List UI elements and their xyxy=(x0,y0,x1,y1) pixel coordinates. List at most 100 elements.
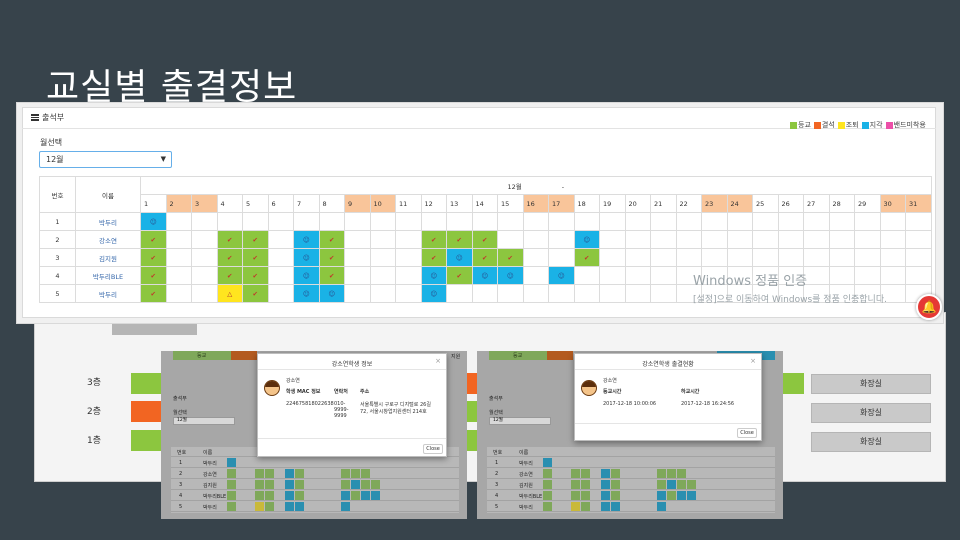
student-name-link[interactable]: 박두리BLE xyxy=(75,266,141,285)
shot2-month-select[interactable]: 12월 xyxy=(489,417,551,425)
mini-cell xyxy=(543,469,552,478)
month-select[interactable]: 12월 ▼ xyxy=(39,151,172,168)
attendance-cell[interactable]: ✔ xyxy=(573,248,600,267)
attendance-cell[interactable]: ☺ xyxy=(420,284,447,303)
attendance-cell[interactable]: ✔ xyxy=(318,230,345,249)
attendance-cell[interactable]: ✔ xyxy=(140,284,167,303)
student-name-link[interactable]: 김지원 xyxy=(75,248,141,267)
attendance-cell[interactable]: ✔ xyxy=(471,248,498,267)
empty-cell xyxy=(650,212,677,231)
attendance-cell[interactable]: ☺ xyxy=(548,266,575,285)
attendance-cell[interactable]: ☺ xyxy=(573,230,600,249)
attendance-cell[interactable]: ✔ xyxy=(140,248,167,267)
mini-name[interactable]: 박두리 xyxy=(519,460,533,467)
mini-name[interactable]: 박두리 xyxy=(203,460,217,467)
restroom-1f[interactable]: 화장실 xyxy=(811,432,931,452)
day-header: 12 xyxy=(420,194,447,213)
student-name-link[interactable]: 박두리 xyxy=(75,284,141,303)
mini-name[interactable]: 강소연 xyxy=(519,471,533,478)
student-name-link[interactable]: 강소연 xyxy=(75,230,141,249)
empty-cell xyxy=(599,212,626,231)
attendance-cell[interactable]: ✔ xyxy=(318,266,345,285)
mini-name[interactable]: 박두리BLE xyxy=(203,493,226,500)
shot2-top-label: 등교 xyxy=(513,353,523,359)
attendance-cell[interactable]: ☺ xyxy=(420,266,447,285)
attendance-cell[interactable]: ✔ xyxy=(446,266,473,285)
attendance-cell[interactable]: ✔ xyxy=(242,248,269,267)
empty-cell xyxy=(624,248,651,267)
close-button[interactable]: Close xyxy=(423,444,443,454)
floor-2-bar[interactable] xyxy=(131,401,161,422)
mini-cell xyxy=(657,480,666,489)
attendance-cell[interactable]: ☺ xyxy=(140,212,167,231)
attendance-cell[interactable]: ✔ xyxy=(216,266,243,285)
attendance-cell[interactable]: ✔ xyxy=(420,230,447,249)
student-name-link[interactable]: 박두리 xyxy=(75,212,141,231)
mini-name[interactable]: 박두리BLE xyxy=(519,493,542,500)
restroom-3f[interactable]: 화장실 xyxy=(811,374,931,394)
empty-cell xyxy=(624,266,651,285)
mini-row: 1 박두리 xyxy=(487,458,775,468)
attendance-cell[interactable]: ✔ xyxy=(420,248,447,267)
mini-name[interactable]: 박두리 xyxy=(519,504,533,511)
attendance-cell[interactable]: ☺ xyxy=(318,284,345,303)
mini-name[interactable]: 김지원 xyxy=(203,482,217,489)
attendance-cell[interactable]: ✔ xyxy=(140,266,167,285)
attendance-cell[interactable]: ✔ xyxy=(140,230,167,249)
empty-cell xyxy=(395,284,422,303)
day-header: 23 xyxy=(701,194,728,213)
attendance-cell[interactable]: ✔ xyxy=(471,230,498,249)
attendance-cell[interactable]: ✔ xyxy=(446,230,473,249)
mini-name[interactable]: 김지원 xyxy=(519,482,533,489)
empty-cell xyxy=(599,248,626,267)
attendance-cell[interactable]: ☺ xyxy=(497,266,524,285)
mini-row: 3 김지원 xyxy=(171,480,459,490)
empty-cell xyxy=(548,248,575,267)
attendance-cell[interactable]: ✔ xyxy=(497,248,524,267)
mini-cell xyxy=(581,480,590,489)
mini-row-no: 5 xyxy=(495,504,499,510)
attendance-cell[interactable]: ☺ xyxy=(293,284,320,303)
table-row: 1 박두리 ☺ xyxy=(39,212,932,231)
row-no: 3 xyxy=(39,248,76,267)
mini-cell xyxy=(295,469,304,478)
attendance-cell[interactable]: ✔ xyxy=(242,266,269,285)
list-icon xyxy=(31,114,39,121)
close-icon[interactable]: × xyxy=(435,357,441,365)
attendance-cell[interactable]: △ xyxy=(216,284,243,303)
attendance-cell[interactable]: ✔ xyxy=(216,248,243,267)
mini-cell xyxy=(611,480,620,489)
empty-cell xyxy=(395,266,422,285)
attendance-cell[interactable]: ☺ xyxy=(293,266,320,285)
attendance-cell[interactable]: ☺ xyxy=(293,230,320,249)
mini-row-no: 3 xyxy=(495,482,499,488)
mini-name[interactable]: 강소연 xyxy=(203,471,217,478)
mini-cell xyxy=(611,491,620,500)
floor-1-bar[interactable] xyxy=(131,430,161,451)
empty-cell xyxy=(828,230,855,249)
attendance-cell[interactable]: ✔ xyxy=(216,230,243,249)
legend-item: 지각 xyxy=(861,120,883,130)
mini-cell xyxy=(543,458,552,467)
empty-cell xyxy=(267,284,294,303)
windows-watermark: Windows 정품 인증 [설정]으로 이동하여 Windows를 정품 인증… xyxy=(693,270,887,305)
row-no: 5 xyxy=(39,284,76,303)
close-button[interactable]: Close xyxy=(737,428,757,438)
attendance-cell[interactable]: ☺ xyxy=(471,266,498,285)
attendance-cell[interactable]: ✔ xyxy=(242,230,269,249)
attendance-cell[interactable]: ✔ xyxy=(242,284,269,303)
attendance-cell[interactable]: ☺ xyxy=(293,248,320,267)
shot1-month-select[interactable]: 12월 xyxy=(173,417,235,425)
mini-cell xyxy=(601,502,610,511)
mini-cell xyxy=(543,502,552,511)
notification-bell-icon[interactable]: 🔔 xyxy=(916,294,942,320)
mini-row-no: 5 xyxy=(179,504,183,510)
floor-3-bar[interactable] xyxy=(131,373,161,394)
mini-cell xyxy=(687,491,696,500)
restroom-2f[interactable]: 화장실 xyxy=(811,403,931,423)
close-icon[interactable]: × xyxy=(750,357,756,365)
mini-name[interactable]: 박두리 xyxy=(203,504,217,511)
attendance-cell[interactable]: ✔ xyxy=(318,248,345,267)
attendance-cell[interactable]: ☺ xyxy=(446,248,473,267)
empty-cell xyxy=(777,230,804,249)
